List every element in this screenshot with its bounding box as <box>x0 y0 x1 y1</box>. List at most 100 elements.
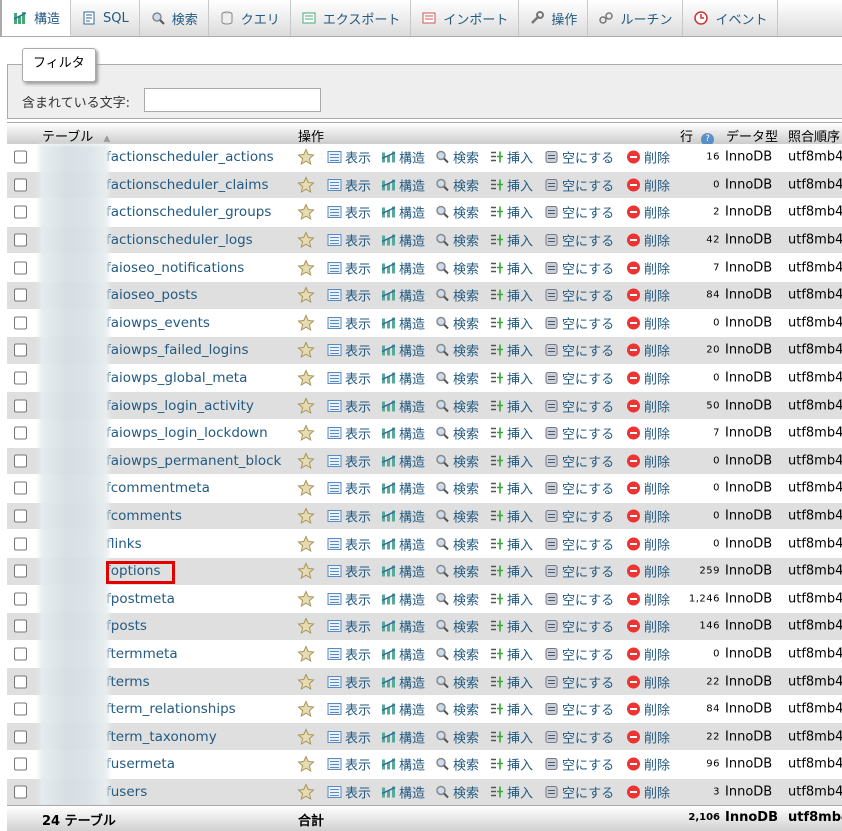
structure-action[interactable]: 構造 <box>381 755 425 774</box>
browse-action[interactable]: 表示 <box>327 369 371 388</box>
structure-action[interactable]: 構造 <box>381 341 425 360</box>
empty-action[interactable]: 空にする <box>544 451 614 470</box>
table-name-link[interactable]: faiowps_permanent_block <box>106 453 281 469</box>
row-checkbox[interactable] <box>14 343 27 357</box>
favorite-star-icon[interactable] <box>297 341 315 359</box>
structure-action[interactable]: 構造 <box>381 258 425 277</box>
table-name-link[interactable]: factionscheduler_groups <box>106 204 271 220</box>
structure-action[interactable]: 構造 <box>381 286 425 305</box>
insert-action[interactable]: 挿入 <box>489 562 533 581</box>
table-name-link[interactable]: flinks <box>106 536 142 552</box>
favorite-star-icon[interactable] <box>297 314 315 332</box>
favorite-star-icon[interactable] <box>297 617 315 635</box>
search-action[interactable]: 検索 <box>435 782 479 801</box>
search-action[interactable]: 検索 <box>435 700 479 719</box>
browse-action[interactable]: 表示 <box>327 313 371 332</box>
row-checkbox[interactable] <box>14 261 27 275</box>
empty-action[interactable]: 空にする <box>544 231 614 250</box>
browse-action[interactable]: 表示 <box>327 175 371 194</box>
search-action[interactable]: 検索 <box>435 258 479 277</box>
insert-action[interactable]: 挿入 <box>489 672 533 691</box>
insert-action[interactable]: 挿入 <box>489 175 533 194</box>
empty-action[interactable]: 空にする <box>544 562 614 581</box>
favorite-star-icon[interactable] <box>297 562 315 580</box>
structure-action[interactable]: 構造 <box>381 424 425 443</box>
insert-action[interactable]: 挿入 <box>489 424 533 443</box>
browse-action[interactable]: 表示 <box>327 231 371 250</box>
insert-action[interactable]: 挿入 <box>489 451 533 470</box>
favorite-star-icon[interactable] <box>297 728 315 746</box>
table-name-link[interactable]: faiowps_global_meta <box>106 370 247 386</box>
drop-action[interactable]: 削除 <box>626 175 670 194</box>
tab-sql[interactable]: SQL <box>71 0 140 36</box>
favorite-star-icon[interactable] <box>297 203 315 221</box>
row-checkbox[interactable] <box>14 178 27 192</box>
favorite-star-icon[interactable] <box>297 700 315 718</box>
search-action[interactable]: 検索 <box>435 231 479 250</box>
row-checkbox[interactable] <box>14 481 27 495</box>
favorite-star-icon[interactable] <box>297 452 315 470</box>
search-action[interactable]: 検索 <box>435 424 479 443</box>
drop-action[interactable]: 削除 <box>626 617 670 636</box>
browse-action[interactable]: 表示 <box>327 534 371 553</box>
empty-action[interactable]: 空にする <box>544 341 614 360</box>
empty-action[interactable]: 空にする <box>544 313 614 332</box>
empty-action[interactable]: 空にする <box>544 396 614 415</box>
insert-action[interactable]: 挿入 <box>489 231 533 250</box>
row-checkbox[interactable] <box>14 399 27 413</box>
table-name-link[interactable]: faiowps_login_lockdown <box>106 425 268 441</box>
drop-action[interactable]: 削除 <box>626 203 670 222</box>
table-name-link[interactable]: factionscheduler_actions <box>106 149 274 165</box>
browse-action[interactable]: 表示 <box>327 589 371 608</box>
row-checkbox[interactable] <box>14 647 27 661</box>
structure-action[interactable]: 構造 <box>381 396 425 415</box>
favorite-star-icon[interactable] <box>297 396 315 415</box>
empty-action[interactable]: 空にする <box>544 700 614 719</box>
table-name-link[interactable]: fcomments <box>106 508 182 524</box>
favorite-star-icon[interactable] <box>297 369 315 387</box>
drop-action[interactable]: 削除 <box>626 479 670 498</box>
empty-action[interactable]: 空にする <box>544 424 614 443</box>
favorite-star-icon[interactable] <box>297 176 315 194</box>
insert-action[interactable]: 挿入 <box>489 203 533 222</box>
structure-action[interactable]: 構造 <box>381 727 425 746</box>
insert-action[interactable]: 挿入 <box>489 479 533 498</box>
tab-clock[interactable]: イベント <box>683 0 779 36</box>
column-header-table[interactable]: テーブル ▲ <box>42 126 110 145</box>
empty-action[interactable]: 空にする <box>544 534 614 553</box>
insert-action[interactable]: 挿入 <box>489 617 533 636</box>
row-checkbox[interactable] <box>14 288 27 302</box>
browse-action[interactable]: 表示 <box>327 700 371 719</box>
drop-action[interactable]: 削除 <box>626 286 670 305</box>
drop-action[interactable]: 削除 <box>626 589 670 608</box>
row-checkbox[interactable] <box>14 702 27 716</box>
structure-action[interactable]: 構造 <box>381 534 425 553</box>
search-action[interactable]: 検索 <box>435 644 479 663</box>
tab-routines[interactable]: ルーチン <box>588 0 684 36</box>
insert-action[interactable]: 挿入 <box>489 396 533 415</box>
browse-action[interactable]: 表示 <box>327 341 371 360</box>
favorite-star-icon[interactable] <box>297 590 315 608</box>
table-name-link[interactable]: faioseo_posts <box>106 287 198 303</box>
favorite-star-icon[interactable] <box>297 231 315 249</box>
structure-action[interactable]: 構造 <box>381 507 425 526</box>
structure-action[interactable]: 構造 <box>381 231 425 250</box>
favorite-star-icon[interactable] <box>297 258 315 277</box>
structure-action[interactable]: 構造 <box>381 203 425 222</box>
structure-action[interactable]: 構造 <box>381 369 425 388</box>
row-checkbox[interactable] <box>14 205 27 219</box>
table-name-link[interactable]: fusers <box>106 784 147 800</box>
drop-action[interactable]: 削除 <box>626 507 670 526</box>
row-checkbox[interactable] <box>14 316 27 330</box>
structure-action[interactable]: 構造 <box>381 313 425 332</box>
table-name-link[interactable]: ftermmeta <box>106 646 178 662</box>
insert-action[interactable]: 挿入 <box>489 700 533 719</box>
browse-action[interactable]: 表示 <box>327 617 371 636</box>
insert-action[interactable]: 挿入 <box>489 369 533 388</box>
drop-action[interactable]: 削除 <box>626 424 670 443</box>
search-action[interactable]: 検索 <box>435 286 479 305</box>
search-action[interactable]: 検索 <box>435 672 479 691</box>
insert-action[interactable]: 挿入 <box>489 507 533 526</box>
row-checkbox[interactable] <box>14 675 27 689</box>
browse-action[interactable]: 表示 <box>327 507 371 526</box>
